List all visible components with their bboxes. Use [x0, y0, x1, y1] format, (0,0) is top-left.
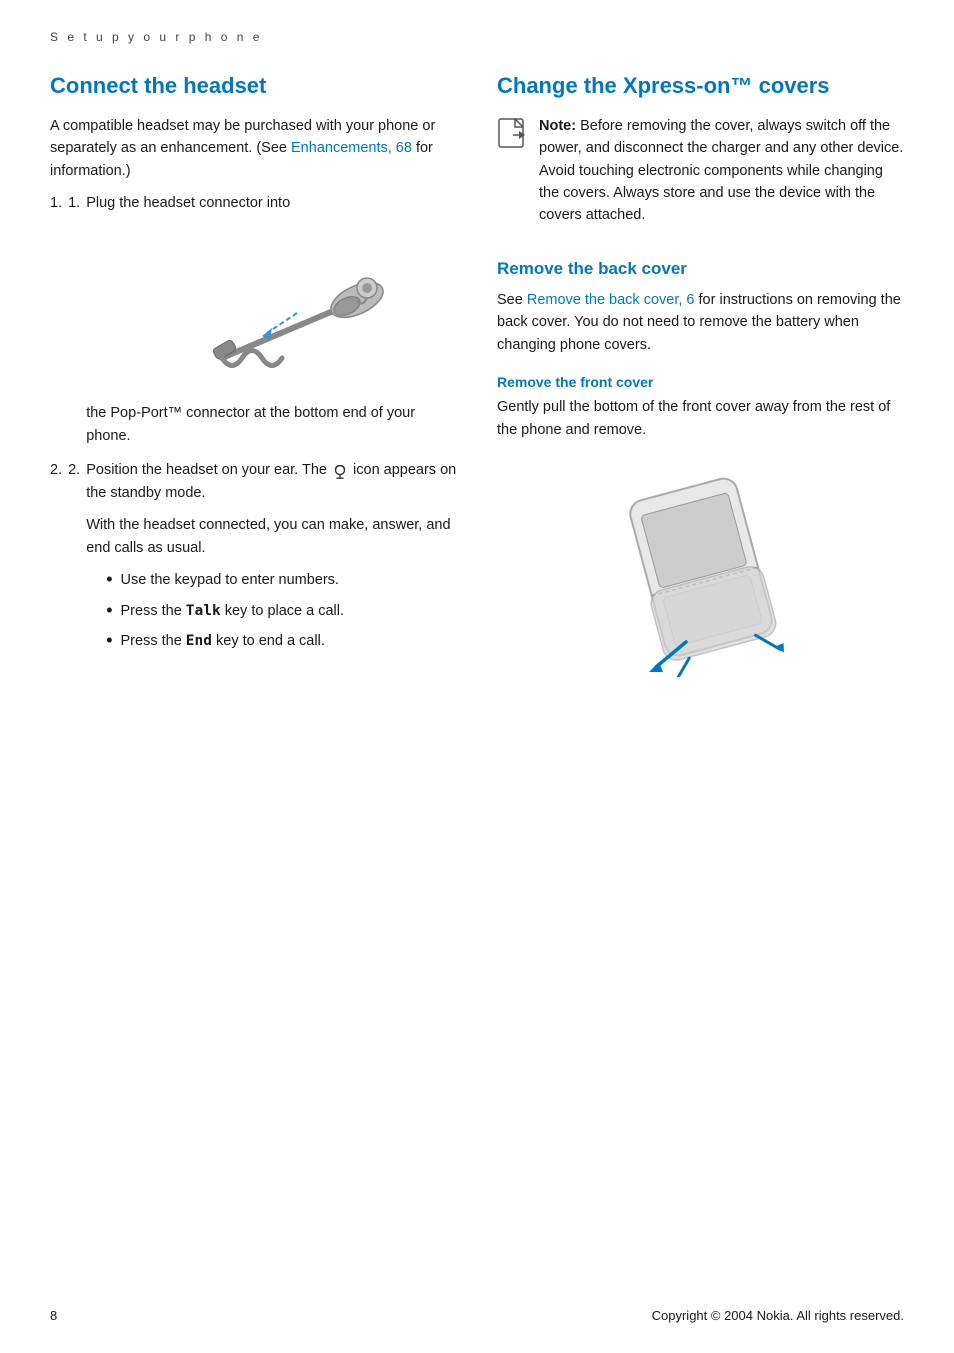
page-container: S e t u p y o u r p h o n e Connect the … — [0, 0, 954, 1353]
step-2: 2. Position the headset on your ear. The… — [50, 459, 457, 660]
left-column: Connect the headset A compatible headset… — [50, 72, 457, 671]
intro-paragraph: A compatible headset may be purchased wi… — [50, 115, 457, 182]
remove-back-text: See Remove the back cover, 6 for instruc… — [497, 289, 904, 356]
bullet-list: Use the keypad to enter numbers. Press t… — [86, 569, 457, 652]
connect-headset-title: Connect the headset — [50, 72, 457, 101]
headset-illustration — [116, 228, 457, 388]
note-text: Note: Before removing the cover, always … — [539, 115, 904, 227]
bullet-3: Press the End key to end a call. — [106, 630, 457, 652]
page-number: 8 — [50, 1308, 57, 1323]
step-1-text: Plug the headset connector into — [86, 195, 290, 211]
step-2-extra: With the headset connected, you can make… — [86, 514, 457, 559]
phone-svg — [591, 457, 811, 677]
breadcrumb: S e t u p y o u r p h o n e — [50, 30, 904, 44]
copyright: Copyright © 2004 Nokia. All rights reser… — [652, 1308, 904, 1323]
note-box: Note: Before removing the cover, always … — [497, 115, 904, 237]
remove-front-cover-title: Remove the front cover — [497, 374, 904, 390]
headset-icon — [331, 462, 349, 480]
step-1: 1. Plug the headset connector into — [50, 192, 457, 447]
enhancements-link[interactable]: Enhancements, 68 — [291, 140, 412, 156]
remove-back-link[interactable]: Remove the back cover, 6 — [527, 292, 695, 308]
right-column: Change the Xpress-on™ covers Note: Befor… — [497, 72, 904, 681]
page-footer: 8 Copyright © 2004 Nokia. All rights res… — [50, 1308, 904, 1323]
step-2-text: Position the headset on your ear. The ic… — [86, 459, 457, 504]
bullet-1: Use the keypad to enter numbers. — [106, 569, 457, 591]
note-icon — [497, 117, 529, 153]
phone-illustration — [497, 457, 904, 681]
headset-svg — [182, 228, 392, 388]
two-column-layout: Connect the headset A compatible headset… — [50, 72, 904, 681]
step-1-after: the Pop-Port™ connector at the bottom en… — [86, 405, 415, 443]
change-covers-title: Change the Xpress-on™ covers — [497, 72, 904, 101]
remove-front-text: Gently pull the bottom of the front cove… — [497, 396, 904, 441]
bullet-2: Press the Talk key to place a call. — [106, 600, 457, 622]
steps-list: 1. Plug the headset connector into — [50, 192, 457, 661]
remove-back-cover-title: Remove the back cover — [497, 259, 904, 279]
